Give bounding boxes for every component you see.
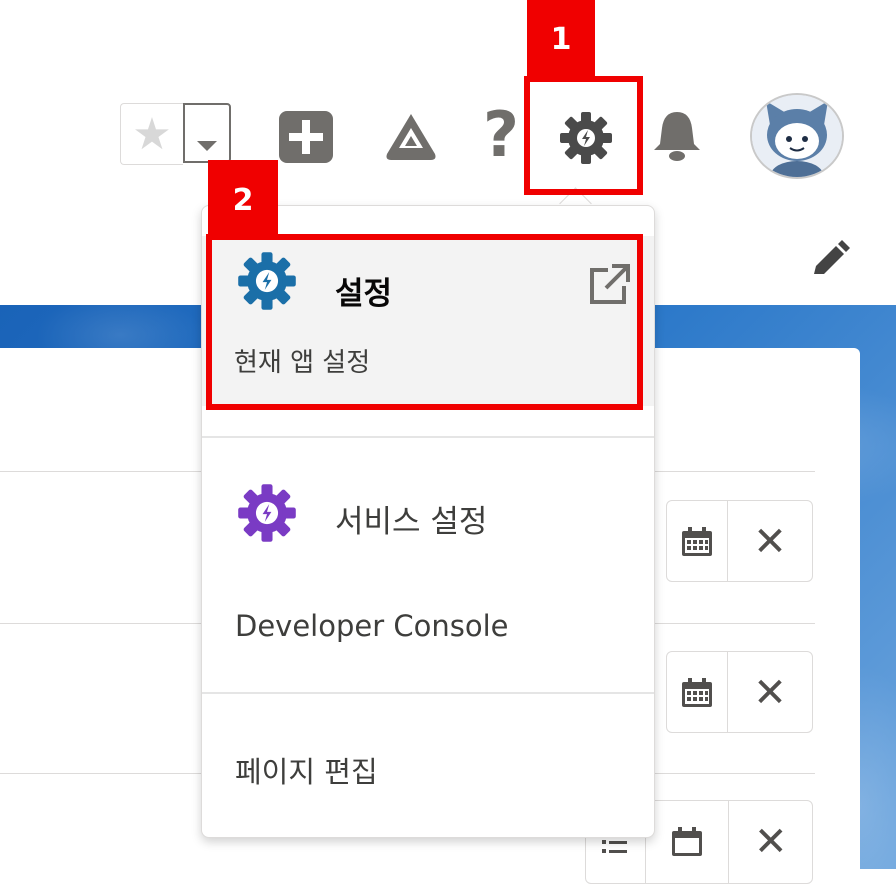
- favorites-group: ★: [120, 103, 232, 165]
- close-icon: ✕: [753, 519, 787, 565]
- annotation-box-2: [206, 234, 643, 410]
- user-avatar-button[interactable]: [750, 93, 844, 179]
- developer-console-label: Developer Console: [235, 609, 509, 643]
- service-setup-title: 서비스 설정: [335, 504, 488, 540]
- menu-item-developer-console[interactable]: Developer Console: [202, 601, 654, 657]
- row-button-group: ✕: [666, 651, 813, 733]
- close-button[interactable]: ✕: [727, 501, 812, 581]
- annotation-marker-2: 2: [208, 160, 278, 240]
- menu-divider: [202, 692, 654, 694]
- service-setup-gear-icon: [238, 484, 296, 542]
- chevron-down-icon: [197, 141, 217, 151]
- pencil-icon: [814, 240, 850, 274]
- calendar-icon: [682, 527, 712, 556]
- row-button-group: ✕: [666, 500, 813, 582]
- menu-item-service-setup[interactable]: 서비스 설정: [202, 468, 654, 558]
- notifications-button[interactable]: [650, 108, 704, 164]
- global-actions-button[interactable]: [278, 110, 334, 164]
- menu-divider: [202, 436, 654, 438]
- favorites-list-button[interactable]: [183, 103, 231, 163]
- annotation-marker-1: 1: [527, 0, 595, 78]
- menu-item-edit-page[interactable]: 페이지 편집: [202, 741, 654, 797]
- trailhead-icon: [386, 114, 436, 160]
- edit-page-pencil-button[interactable]: [808, 240, 850, 284]
- star-icon: ★: [132, 108, 172, 160]
- add-icon: [279, 111, 333, 163]
- favorites-button[interactable]: ★: [120, 103, 183, 165]
- log-event-button[interactable]: [644, 801, 729, 883]
- calendar-icon: [672, 827, 703, 856]
- trailhead-button[interactable]: [383, 110, 439, 164]
- close-button[interactable]: ✕: [728, 801, 812, 883]
- help-button[interactable]: ?: [480, 102, 522, 168]
- edit-page-label: 페이지 편집: [235, 755, 378, 789]
- bell-icon: [654, 112, 700, 161]
- close-icon: ✕: [753, 670, 787, 716]
- annotation-box-1: [524, 76, 643, 195]
- help-icon: ?: [483, 98, 519, 171]
- avatar: [752, 95, 842, 177]
- calendar-icon: [682, 678, 712, 707]
- log-event-button[interactable]: [667, 652, 727, 732]
- close-icon: ✕: [753, 819, 788, 865]
- close-button[interactable]: ✕: [727, 652, 812, 732]
- log-event-button[interactable]: [667, 501, 727, 581]
